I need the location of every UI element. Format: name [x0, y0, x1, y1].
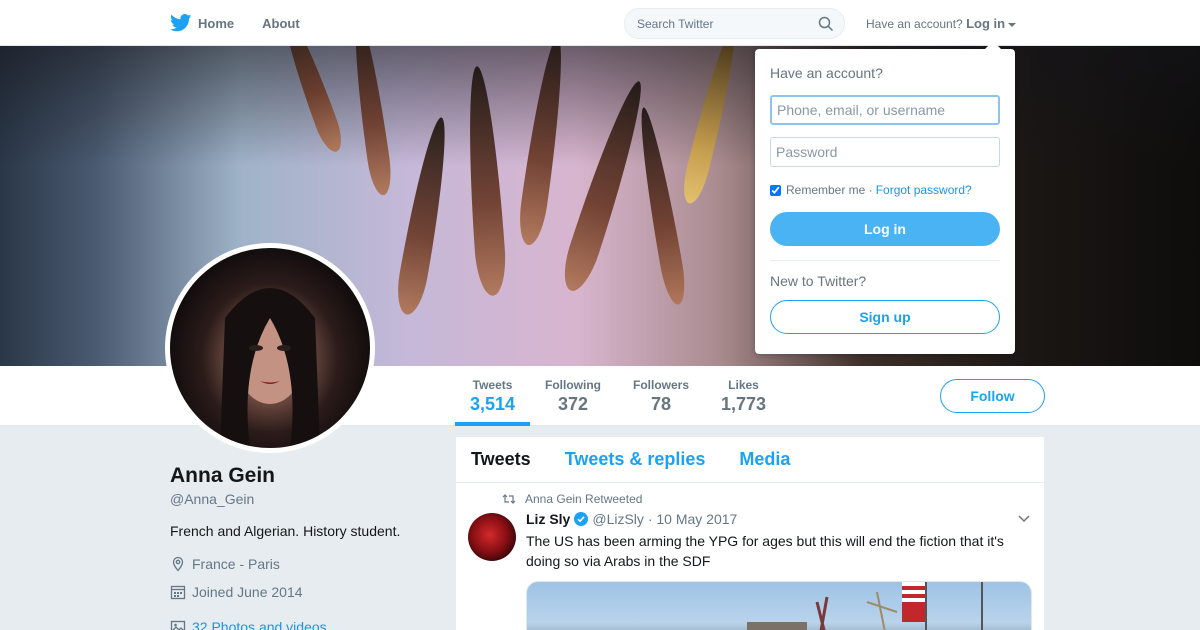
dropdown-title: Have an account? — [770, 65, 883, 81]
retweet-icon — [502, 494, 516, 504]
search-input[interactable]: Search Twitter — [624, 8, 845, 39]
stat-tweets[interactable]: Tweets 3,514 — [470, 378, 515, 415]
new-to-twitter-text: New to Twitter? — [770, 273, 867, 289]
stat-value: 3,514 — [470, 394, 516, 414]
remember-row: Remember me · Forgot password? — [770, 183, 972, 197]
tweet-author-handle[interactable]: @LizSly — [592, 511, 644, 527]
avatar[interactable] — [165, 243, 375, 453]
tweet-author-avatar[interactable] — [468, 513, 516, 561]
top-navigation: Home About Search Twitter Have an accoun… — [0, 0, 1200, 46]
tweet-author-name[interactable]: Liz Sly — [526, 511, 570, 527]
stat-value: 372 — [557, 394, 589, 414]
profile-handle: @Anna_Gein — [170, 491, 255, 507]
calendar-icon — [170, 585, 186, 600]
remember-me-checkbox[interactable] — [770, 184, 781, 196]
forgot-password-link[interactable]: Forgot password? — [876, 183, 972, 197]
stat-followers[interactable]: Followers 78 — [633, 378, 689, 415]
password-field[interactable] — [770, 137, 1000, 167]
photo-icon — [170, 620, 186, 630]
profile-location: France - Paris — [170, 556, 280, 572]
timeline: Tweets Tweets & replies Media Anna Gein … — [456, 437, 1044, 630]
verified-icon — [574, 512, 589, 526]
stat-likes[interactable]: Likes 1,773 — [721, 378, 766, 415]
dropdown-arrow — [985, 41, 1001, 49]
tweet-header: Liz Sly @LizSly · 10 May 2017 — [526, 511, 737, 527]
nav-left: Home About — [170, 0, 328, 46]
nav-home-link[interactable]: Home — [198, 16, 234, 31]
location-text: France - Paris — [192, 556, 280, 572]
login-menu-link[interactable]: Log in — [966, 16, 1005, 31]
profile-photos-link[interactable]: 32 Photos and videos — [170, 619, 327, 630]
caret-down-icon[interactable] — [1008, 22, 1017, 27]
login-dropdown: Have an account? Remember me · Forgot pa… — [755, 41, 1015, 354]
signup-button[interactable]: Sign up — [770, 300, 1000, 334]
stat-following[interactable]: Following 372 — [545, 378, 601, 415]
have-account-text: Have an account? — [866, 17, 963, 31]
retweet-context: Anna Gein Retweeted — [502, 492, 642, 506]
stat-label: Tweets — [472, 378, 513, 392]
stat-label: Followers — [633, 378, 690, 392]
profile-bio: French and Algerian. History student. — [170, 523, 401, 539]
twitter-bird-icon[interactable] — [170, 14, 192, 32]
account-prompt: Have an account? Log in — [866, 16, 1017, 31]
tweet-media[interactable] — [526, 581, 1032, 630]
login-button[interactable]: Log in — [770, 212, 1000, 246]
profile-name: Anna Gein — [170, 464, 276, 487]
tab-tweets-replies[interactable]: Tweets & replies — [565, 449, 706, 470]
avatar-image — [170, 248, 370, 448]
tab-tweets[interactable]: Tweets — [471, 449, 531, 470]
nav-about-link[interactable]: About — [262, 16, 300, 31]
retweet-note[interactable]: Anna Gein Retweeted — [525, 492, 642, 506]
tweet-text: The US has been arming the YPG for ages … — [526, 533, 1004, 569]
username-field[interactable] — [770, 95, 1000, 125]
stat-label: Following — [545, 378, 601, 392]
tweet-media-image — [747, 582, 983, 630]
timeline-tabs: Tweets Tweets & replies Media — [456, 437, 1044, 483]
remember-label[interactable]: Remember me · — [786, 183, 873, 197]
tweet-date[interactable]: · 10 May 2017 — [648, 511, 738, 527]
tab-media[interactable]: Media — [739, 449, 790, 470]
active-stat-underline — [455, 422, 530, 426]
chevron-down-icon[interactable] — [1018, 515, 1030, 523]
avatar-portrait — [220, 288, 320, 448]
stat-value: 78 — [650, 394, 672, 414]
photos-text[interactable]: 32 Photos and videos — [192, 619, 327, 630]
search-icon[interactable] — [818, 16, 834, 32]
stat-label: Likes — [728, 378, 759, 392]
follow-button[interactable]: Follow — [940, 379, 1045, 413]
profile-joined: Joined June 2014 — [170, 584, 303, 600]
location-icon — [172, 556, 184, 572]
dropdown-divider — [770, 260, 1000, 261]
joined-text: Joined June 2014 — [192, 584, 303, 600]
search-placeholder: Search Twitter — [637, 17, 714, 31]
banner-shade — [0, 46, 1200, 166]
stat-value: 1,773 — [721, 394, 767, 414]
